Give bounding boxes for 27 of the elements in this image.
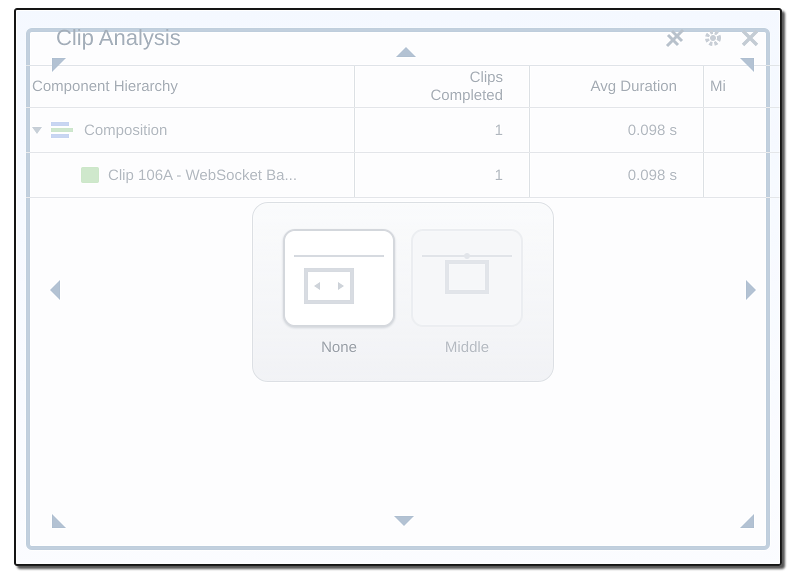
stack-icon bbox=[50, 120, 76, 140]
column-header[interactable]: Avg Duration bbox=[530, 66, 704, 107]
dock-corner-icon[interactable] bbox=[740, 514, 754, 528]
dock-option-label: None bbox=[321, 339, 357, 356]
settings-icon[interactable] bbox=[702, 27, 724, 49]
dock-corner-icon[interactable] bbox=[740, 58, 754, 72]
table-cell: 1 bbox=[494, 166, 503, 184]
hierarchy-cell[interactable]: Composition bbox=[84, 122, 168, 138]
close-icon[interactable] bbox=[740, 28, 760, 48]
dock-up-arrow-icon[interactable] bbox=[396, 47, 416, 57]
table-cell: 1 bbox=[494, 122, 503, 138]
column-header[interactable]: Clips Completed bbox=[355, 66, 530, 107]
dock-corner-icon[interactable] bbox=[52, 58, 66, 72]
table-cell: 0.098 s bbox=[628, 122, 677, 138]
window-title: Clip Analysis bbox=[56, 25, 181, 51]
table-cell: 0.098 s bbox=[628, 166, 677, 184]
unpin-icon[interactable] bbox=[664, 27, 686, 49]
dock-right-arrow-icon[interactable] bbox=[746, 280, 756, 300]
column-header[interactable]: Mi bbox=[704, 66, 780, 107]
dock-corner-icon[interactable] bbox=[52, 514, 66, 528]
dock-down-arrow-icon[interactable] bbox=[394, 516, 414, 526]
dock-left-arrow-icon[interactable] bbox=[50, 280, 60, 300]
expand-triangle-icon[interactable] bbox=[32, 125, 42, 135]
clip-icon bbox=[80, 166, 100, 184]
dock-option-label: Middle bbox=[444, 339, 490, 356]
dock-option-tile[interactable] bbox=[283, 229, 395, 327]
hierarchy-cell[interactable]: Clip 106A - WebSocket Ba... bbox=[108, 166, 297, 184]
